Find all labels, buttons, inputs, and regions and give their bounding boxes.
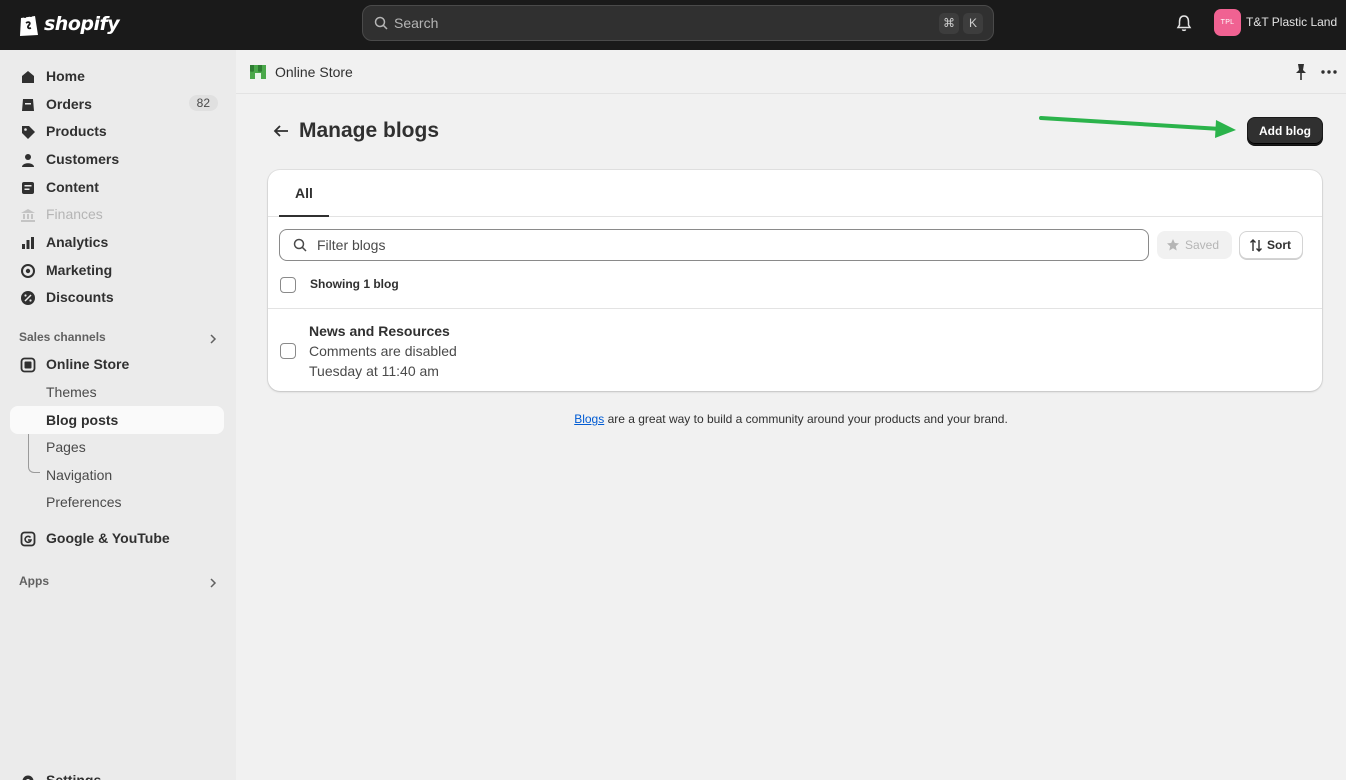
- blogs-card: All Filter blogs Saved Sort Showing 1 bl…: [268, 170, 1322, 391]
- sidebar-item-label: Discounts: [46, 289, 114, 305]
- annotation-arrow-icon: [1039, 116, 1236, 138]
- k-key: K: [963, 13, 983, 34]
- tag-icon: [22, 126, 35, 139]
- sidebar-item-blog-posts[interactable]: Blog posts: [10, 406, 224, 434]
- sidebar-item-label: Customers: [46, 151, 120, 167]
- main-content: Online Store Manage blogs Add blog All F…: [236, 50, 1346, 780]
- home-icon: [22, 71, 34, 83]
- sidebar-item-content[interactable]: Content: [10, 173, 224, 201]
- shopify-bag-icon: [20, 13, 38, 36]
- top-bar: shopify Search ⌘ K TPL T&T Plastic Land: [0, 0, 1346, 50]
- blog-comments-status: Comments are disabled: [309, 343, 457, 359]
- add-blog-button[interactable]: Add blog: [1247, 117, 1323, 145]
- sidebar-item-label: Pages: [46, 439, 86, 455]
- sidebar-item-label: Blog posts: [46, 412, 119, 428]
- discount-icon: [21, 291, 35, 305]
- sidebar-item-orders[interactable]: Orders 82: [10, 90, 224, 118]
- apps-heading[interactable]: Apps: [19, 574, 49, 588]
- chevron-right-icon[interactable]: [208, 577, 218, 589]
- blog-updated-time: Tuesday at 11:40 am: [309, 363, 439, 379]
- star-icon: [1167, 239, 1179, 251]
- tab-all[interactable]: All: [279, 170, 329, 217]
- online-store-icon: [250, 65, 266, 79]
- person-icon: [22, 154, 34, 167]
- channel-header: Online Store: [236, 50, 1346, 94]
- sidebar-item-label: Home: [46, 68, 85, 84]
- target-icon: [21, 264, 35, 278]
- sidebar-item-label: Finances: [46, 206, 103, 222]
- search-icon: [374, 16, 388, 30]
- saved-button[interactable]: Saved: [1157, 231, 1232, 259]
- channel-title[interactable]: Online Store: [275, 64, 353, 80]
- sidebar-item-label: Google & YouTube: [46, 530, 170, 546]
- sidebar-item-themes[interactable]: Themes: [10, 378, 224, 406]
- sidebar-item-navigation[interactable]: Navigation: [10, 461, 224, 489]
- blog-title[interactable]: News and Resources: [309, 323, 450, 339]
- notification-bell-icon[interactable]: [1176, 14, 1192, 32]
- select-all-checkbox[interactable]: [280, 277, 296, 293]
- divider: [268, 308, 1322, 309]
- tab-bar: All: [268, 170, 1322, 217]
- search-placeholder: Search: [394, 15, 439, 31]
- logo-text: shopify: [44, 13, 120, 35]
- orders-icon: [22, 99, 34, 111]
- google-icon: [20, 531, 36, 547]
- sidebar-item-pages[interactable]: Pages: [10, 433, 224, 461]
- sidebar-item-label: Orders: [46, 96, 92, 112]
- sidebar-item-marketing[interactable]: Marketing: [10, 256, 224, 284]
- sidebar-item-products[interactable]: Products: [10, 117, 224, 145]
- content-icon: [22, 182, 34, 194]
- blogs-link[interactable]: Blogs: [574, 412, 604, 426]
- shopify-logo[interactable]: shopify: [18, 10, 120, 38]
- filter-blogs-input[interactable]: Filter blogs: [279, 229, 1149, 261]
- bank-icon: [21, 209, 35, 222]
- sidebar-item-discounts[interactable]: Discounts: [10, 283, 224, 311]
- sidebar-item-online-store[interactable]: Online Store: [10, 350, 224, 378]
- pin-icon[interactable]: [1294, 63, 1308, 81]
- showing-count: Showing 1 blog: [310, 277, 399, 291]
- sort-arrows-icon: [1250, 239, 1262, 252]
- chevron-right-icon[interactable]: [208, 333, 218, 345]
- sidebar-item-label: Analytics: [46, 234, 109, 250]
- blog-row-checkbox[interactable]: [280, 343, 296, 359]
- sidebar-item-label: Content: [46, 179, 99, 195]
- search-icon: [293, 238, 307, 252]
- footer-text: are a great way to build a community aro…: [604, 412, 1008, 426]
- sidebar-item-label: Themes: [46, 384, 97, 400]
- page-title: Manage blogs: [299, 119, 440, 142]
- command-key: ⌘: [939, 13, 959, 34]
- store-icon: [20, 357, 36, 373]
- gear-icon: [22, 775, 34, 780]
- sidebar-item-label: Settings: [46, 772, 102, 780]
- sidebar-item-google-youtube[interactable]: Google & YouTube: [10, 524, 224, 552]
- sidebar-item-customers[interactable]: Customers: [10, 145, 224, 173]
- sidebar-item-label: Online Store: [46, 356, 130, 372]
- sidebar-item-label: Preferences: [46, 494, 122, 510]
- sales-channels-heading[interactable]: Sales channels: [19, 330, 106, 344]
- chart-icon: [22, 237, 34, 249]
- more-options-icon[interactable]: [1320, 69, 1338, 75]
- sort-button[interactable]: Sort: [1239, 231, 1303, 259]
- sort-label: Sort: [1267, 238, 1291, 252]
- sidebar: Home Orders 82 Products Customers Conten…: [0, 50, 236, 780]
- store-name[interactable]: T&T Plastic Land: [1246, 15, 1337, 29]
- filter-placeholder: Filter blogs: [317, 237, 386, 253]
- sidebar-item-label: Products: [46, 123, 107, 139]
- footer-note: Blogs are a great way to build a communi…: [236, 412, 1346, 426]
- search-bar[interactable]: Search ⌘ K: [362, 5, 994, 41]
- orders-count-badge: 82: [188, 95, 218, 111]
- sidebar-item-finances[interactable]: Finances: [10, 200, 224, 228]
- sidebar-item-home[interactable]: Home: [10, 62, 224, 90]
- back-arrow-icon[interactable]: [272, 123, 290, 139]
- store-avatar[interactable]: TPL: [1214, 9, 1241, 36]
- sidebar-item-analytics[interactable]: Analytics: [10, 228, 224, 256]
- sidebar-item-settings[interactable]: Settings: [10, 766, 224, 780]
- sidebar-item-label: Navigation: [46, 467, 113, 483]
- sidebar-item-label: Marketing: [46, 262, 113, 278]
- sidebar-item-preferences[interactable]: Preferences: [10, 488, 224, 516]
- saved-label: Saved: [1185, 238, 1220, 252]
